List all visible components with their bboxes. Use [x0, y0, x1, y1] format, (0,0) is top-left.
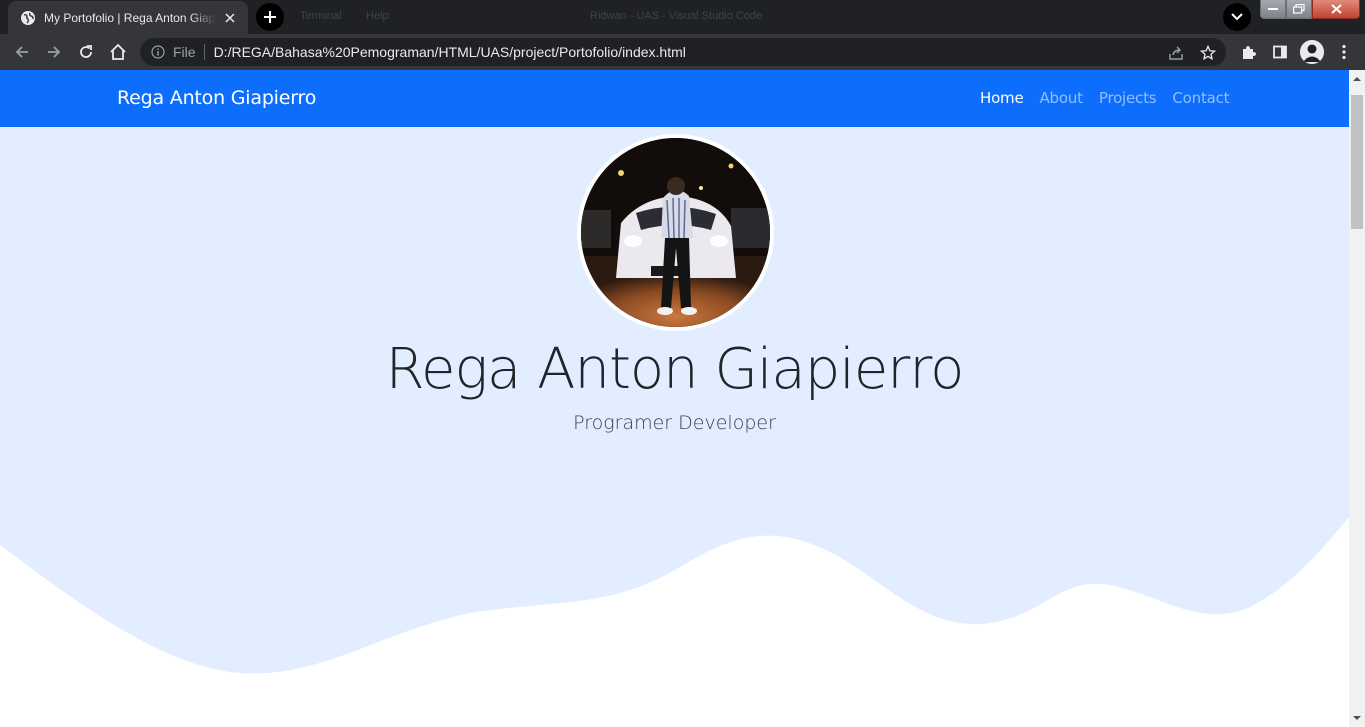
divider: [203, 44, 205, 60]
url-scheme-label: File: [173, 44, 196, 60]
reload-button[interactable]: [72, 38, 100, 66]
restore-icon: [1293, 4, 1305, 14]
close-icon: [1330, 4, 1342, 14]
restore-button[interactable]: [1286, 0, 1312, 19]
hero-subtitle: Programer Developer: [573, 412, 776, 434]
url-text[interactable]: D:/REGA/Bahasa%20Pemograman/HTML/UAS/pro…: [214, 44, 686, 60]
side-panel-button[interactable]: [1266, 38, 1294, 66]
arrow-right-icon: [48, 46, 61, 58]
back-button[interactable]: [8, 38, 36, 66]
browser-tab-strip: My Portofolio | Rega Anton Giapierro Ter…: [0, 0, 1365, 34]
nav-link-home[interactable]: Home: [980, 89, 1024, 107]
reload-icon: [80, 45, 92, 58]
site-navbar: Rega Anton Giapierro Home About Projects…: [0, 70, 1349, 127]
more-vert-icon: [1342, 44, 1346, 60]
background-window-text: Ridwan - UAS - Visual Studio Code: [590, 10, 763, 22]
nav-link-about[interactable]: About: [1040, 89, 1084, 107]
background-window-text: Help: [366, 10, 389, 22]
home-icon: [110, 43, 126, 60]
plus-icon: [264, 11, 276, 23]
hero-name: Rega Anton Giapierro: [385, 337, 965, 402]
close-tab-icon[interactable]: [222, 10, 238, 26]
share-icon[interactable]: [1165, 42, 1187, 64]
minimize-icon: [1268, 8, 1278, 10]
side-panel-icon: [1273, 45, 1287, 59]
chevron-down-icon: [1231, 13, 1243, 21]
address-bar[interactable]: File D:/REGA/Bahasa%20Pemograman/HTML/UA…: [140, 38, 1226, 66]
scroll-down-icon[interactable]: [1353, 714, 1361, 722]
page-viewport: Rega Anton Giapierro Home About Projects…: [0, 70, 1349, 727]
menu-button[interactable]: [1330, 38, 1358, 66]
hero-section: Rega Anton Giapierro Programer Developer: [0, 127, 1349, 727]
scroll-thumb[interactable]: [1351, 95, 1363, 229]
info-icon[interactable]: [150, 44, 166, 60]
minimize-button[interactable]: [1260, 0, 1286, 19]
browser-tab[interactable]: My Portofolio | Rega Anton Giapierro: [8, 1, 248, 34]
star-icon[interactable]: [1197, 42, 1219, 64]
tab-search-button[interactable]: [1223, 3, 1251, 31]
forward-button[interactable]: [40, 38, 68, 66]
puzzle-icon: [1243, 46, 1256, 59]
profile-avatar[interactable]: [1300, 40, 1324, 64]
home-button[interactable]: [104, 38, 132, 66]
window-controls: [1260, 0, 1360, 19]
browser-toolbar: File D:/REGA/Bahasa%20Pemograman/HTML/UA…: [0, 34, 1365, 70]
profile-photo: [577, 134, 774, 331]
new-tab-button[interactable]: [256, 3, 284, 31]
extensions-button[interactable]: [1234, 38, 1262, 66]
close-window-button[interactable]: [1312, 0, 1360, 19]
tab-title: My Portofolio | Rega Anton Giapierro: [44, 10, 216, 25]
nav-link-contact[interactable]: Contact: [1172, 89, 1229, 107]
arrow-left-icon: [15, 46, 28, 58]
background-window-text: Terminal: [300, 10, 342, 22]
page-scrollbar[interactable]: [1349, 70, 1365, 727]
nav-links: Home About Projects Contact: [980, 89, 1245, 107]
globe-icon: [20, 10, 36, 26]
nav-link-projects[interactable]: Projects: [1099, 89, 1157, 107]
scroll-up-icon[interactable]: [1353, 75, 1361, 83]
navbar-brand[interactable]: Rega Anton Giapierro: [117, 87, 316, 109]
